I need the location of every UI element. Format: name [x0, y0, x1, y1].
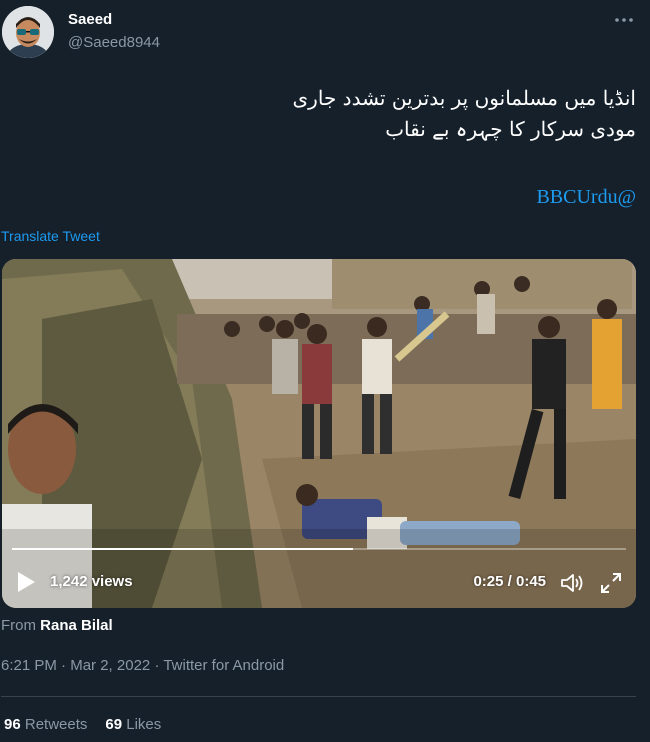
- source-name-link[interactable]: Rana Bilal: [40, 617, 113, 634]
- fullscreen-icon: [601, 573, 621, 593]
- likes-stat[interactable]: 69 Likes: [105, 716, 161, 733]
- retweets-stat[interactable]: 96 Retweets: [4, 716, 87, 733]
- tweet-text-line-2: مودی سرکار کا چہرہ بے نقاب: [385, 117, 636, 141]
- mention-link[interactable]: BBCUrdu@: [536, 186, 636, 209]
- play-button[interactable]: [16, 571, 36, 593]
- tweet-stats: 96 Retweets 69 Likes: [4, 716, 161, 733]
- fullscreen-button[interactable]: [600, 572, 622, 594]
- video-time: 0:25 / 0:45: [473, 573, 546, 590]
- video-progress-fill: [12, 548, 354, 550]
- meta-separator: ·: [154, 657, 160, 674]
- divider: [1, 696, 636, 697]
- view-count: 1,242 views: [50, 573, 133, 590]
- avatar-photo: [2, 6, 54, 58]
- play-icon: [18, 572, 35, 592]
- video-progress-bar[interactable]: [12, 548, 626, 550]
- tweet-time[interactable]: 6:21 PM: [1, 657, 57, 674]
- meta-separator: ·: [61, 657, 67, 674]
- tweet: Saeed @Saeed8944 انڈیا میں مسلمانوں پر ب…: [0, 0, 650, 742]
- volume-icon: [561, 574, 583, 592]
- translate-tweet-link[interactable]: Translate Tweet: [1, 228, 100, 244]
- avatar[interactable]: [2, 6, 54, 58]
- tweet-meta: 6:21 PM · Mar 2, 2022 · Twitter for Andr…: [1, 657, 284, 674]
- video-frame: [2, 259, 636, 608]
- tweet-date[interactable]: Mar 2, 2022: [70, 657, 150, 674]
- volume-button[interactable]: [560, 572, 584, 594]
- likes-label: Likes: [126, 716, 162, 733]
- tweet-client[interactable]: Twitter for Android: [163, 657, 284, 674]
- source-prefix: From: [1, 617, 36, 634]
- display-name[interactable]: Saeed: [68, 11, 112, 28]
- likes-count: 69: [105, 716, 123, 733]
- retweets-count: 96: [4, 716, 21, 733]
- more-horizontal-icon: [615, 18, 633, 22]
- video-source: From Rana Bilal: [1, 617, 113, 634]
- handle[interactable]: @Saeed8944: [68, 34, 160, 51]
- video-player[interactable]: 1,242 views 0:25 / 0:45: [2, 259, 636, 608]
- tweet-text-line-1: انڈیا میں مسلمانوں پر بدترین تشدد جاری: [292, 86, 636, 110]
- retweets-label: Retweets: [24, 716, 88, 733]
- more-button[interactable]: [612, 10, 636, 30]
